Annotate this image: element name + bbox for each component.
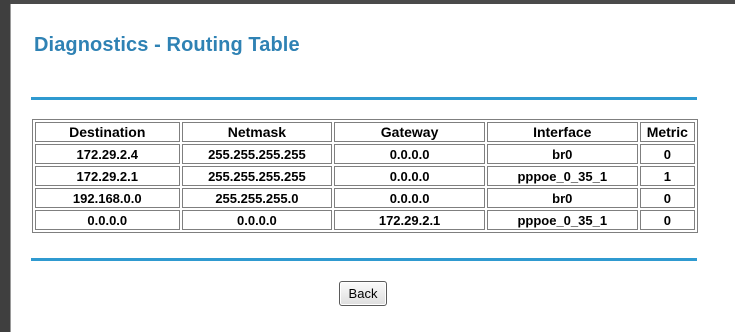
column-header-gateway: Gateway <box>334 122 485 142</box>
cell-gateway: 0.0.0.0 <box>334 188 485 208</box>
cell-metric: 0 <box>639 188 695 208</box>
divider-bottom <box>31 258 697 261</box>
cell-destination: 192.168.0.0 <box>35 188 180 208</box>
back-button[interactable]: Back <box>339 281 387 306</box>
window-frame-left-edge <box>10 4 11 332</box>
cell-gateway: 0.0.0.0 <box>334 166 485 186</box>
window-frame-left <box>0 0 10 332</box>
routing-table: Destination Netmask Gateway Interface Me… <box>32 119 698 233</box>
column-header-metric: Metric <box>639 122 695 142</box>
cell-netmask: 255.255.255.0 <box>181 188 333 208</box>
cell-interface: br0 <box>486 188 638 208</box>
cell-interface: pppoe_0_35_1 <box>486 166 638 186</box>
cell-netmask: 255.255.255.255 <box>181 144 333 164</box>
column-header-interface: Interface <box>486 122 638 142</box>
window-frame-top <box>0 0 735 4</box>
column-header-destination: Destination <box>35 122 180 142</box>
cell-metric: 1 <box>639 166 695 186</box>
cell-gateway: 172.29.2.1 <box>334 210 485 230</box>
cell-netmask: 255.255.255.255 <box>181 166 333 186</box>
cell-gateway: 0.0.0.0 <box>334 144 485 164</box>
page-title: Diagnostics - Routing Table <box>34 34 300 56</box>
table-header-row: Destination Netmask Gateway Interface Me… <box>35 122 695 142</box>
table-row: 172.29.2.4 255.255.255.255 0.0.0.0 br0 0 <box>35 144 695 164</box>
cell-interface: pppoe_0_35_1 <box>486 210 638 230</box>
table-row: 192.168.0.0 255.255.255.0 0.0.0.0 br0 0 <box>35 188 695 208</box>
cell-metric: 0 <box>639 144 695 164</box>
table-row: 172.29.2.1 255.255.255.255 0.0.0.0 pppoe… <box>35 166 695 186</box>
column-header-netmask: Netmask <box>181 122 333 142</box>
cell-destination: 172.29.2.4 <box>35 144 180 164</box>
cell-metric: 0 <box>639 210 695 230</box>
cell-destination: 0.0.0.0 <box>35 210 180 230</box>
cell-destination: 172.29.2.1 <box>35 166 180 186</box>
table-row: 0.0.0.0 0.0.0.0 172.29.2.1 pppoe_0_35_1 … <box>35 210 695 230</box>
cell-netmask: 0.0.0.0 <box>181 210 333 230</box>
divider-top <box>31 97 697 100</box>
cell-interface: br0 <box>486 144 638 164</box>
